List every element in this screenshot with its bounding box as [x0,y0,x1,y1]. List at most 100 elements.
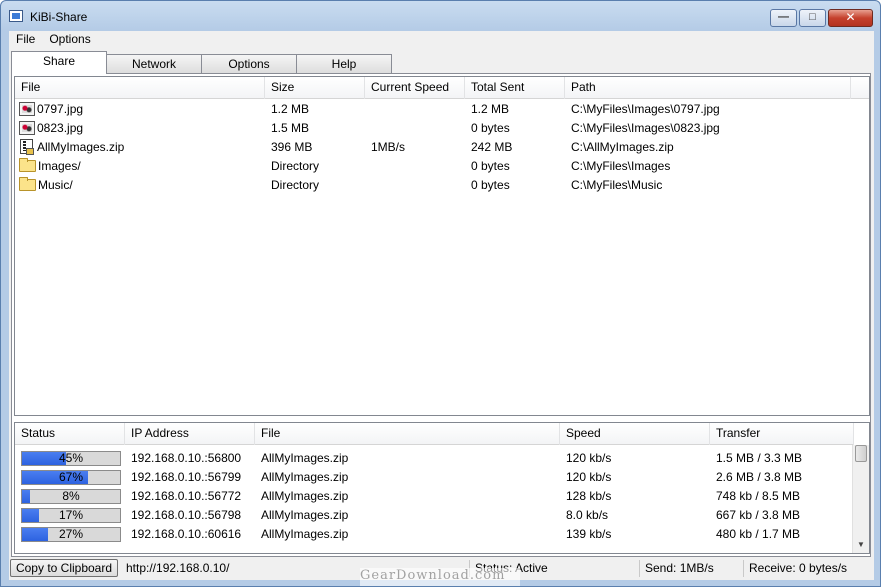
file-name: Images/ [38,159,81,173]
file-size: 396 MB [271,140,313,154]
tab-options[interactable]: Options [201,54,297,74]
file-row[interactable]: AllMyImages.zip 396 MB 1MB/s 242 MB C:\A… [15,138,851,157]
connection-file: AllMyImages.zip [261,508,349,522]
connection-speed: 128 kb/s [566,489,612,503]
tab-network[interactable]: Network [106,54,202,74]
tab-help[interactable]: Help [296,54,392,74]
progress-text: 67% [58,470,84,484]
tab-share[interactable]: Share [11,51,107,74]
connection-speed: 120 kb/s [566,470,612,484]
close-button[interactable]: ✕ [828,9,873,27]
ip-address: 192.168.0.10.:60616 [131,527,242,541]
file-total-sent: 0 bytes [471,159,510,173]
menu-file[interactable]: File [9,31,42,49]
share-tab-panel: File Size Current Speed Total Sent Path … [11,73,871,557]
file-speed [365,157,465,176]
column-header-filler [851,77,869,99]
file-speed [365,100,465,119]
file-name: Music/ [38,178,73,192]
column-header-speed[interactable]: Speed [560,423,710,445]
minimize-button[interactable]: — [770,9,797,27]
connection-speed: 8.0 kb/s [566,508,609,522]
title-bar[interactable]: KiBi-Share — □ ✕ [1,1,880,31]
connection-row[interactable]: 45% 192.168.0.10.:56800 AllMyImages.zip … [15,449,854,468]
folder-icon [19,158,36,172]
file-path: C:\AllMyImages.zip [571,140,674,154]
connection-file: AllMyImages.zip [261,489,349,503]
send-rate: Send: 1MB/s [639,560,743,577]
file-path: C:\MyFiles\Images [571,159,671,173]
ip-address: 192.168.0.10.:56800 [131,451,242,465]
column-header-file[interactable]: File [255,423,560,445]
file-speed [365,176,465,195]
connection-speed: 139 kb/s [566,527,612,541]
connections-list[interactable]: Status IP Address File Speed Transfer 45… [14,422,870,554]
progress-bar: 27% [21,527,121,542]
window-controls: — □ ✕ [770,9,873,27]
column-header-total-sent[interactable]: Total Sent [465,77,565,99]
copy-to-clipboard-button[interactable]: Copy to Clipboard [10,559,118,577]
window-title: KiBi-Share [30,10,88,24]
file-total-sent: 0 bytes [471,121,510,135]
connection-transfer: 2.6 MB / 3.8 MB [716,470,803,484]
menu-options[interactable]: Options [42,31,97,49]
app-icon [9,10,23,22]
file-name: AllMyImages.zip [37,140,125,154]
file-path: C:\MyFiles\Music [571,178,663,192]
file-row[interactable]: Music/ Directory 0 bytes C:\MyFiles\Musi… [15,176,851,195]
file-total-sent: 0 bytes [471,178,510,192]
column-header-transfer[interactable]: Transfer [710,423,854,445]
ip-address: 192.168.0.10.:56799 [131,470,242,484]
file-speed [365,119,465,138]
file-path: C:\MyFiles\Images\0797.jpg [571,102,720,116]
file-size: Directory [271,178,320,192]
scrollbar-thumb[interactable] [855,445,867,462]
menu-bar: File Options [9,31,874,49]
maximize-button[interactable]: □ [799,9,826,27]
file-total-sent: 242 MB [471,140,513,154]
ip-address: 192.168.0.10.:56772 [131,489,242,503]
progress-bar: 8% [21,489,121,504]
minimize-icon: — [778,11,789,23]
file-size: 1.5 MB [271,121,310,135]
column-header-current-speed[interactable]: Current Speed [365,77,465,99]
column-header-path[interactable]: Path [565,77,851,99]
client-area: Share Network Options Help File Size Cur… [9,49,874,580]
file-row[interactable]: 0823.jpg 1.5 MB 0 bytes C:\MyFiles\Image… [15,119,851,138]
connection-file: AllMyImages.zip [261,470,349,484]
close-icon: ✕ [845,10,856,24]
connection-file: AllMyImages.zip [261,527,349,541]
ip-address: 192.168.0.10.:56798 [131,508,242,522]
file-row[interactable]: 0797.jpg 1.2 MB 1.2 MB C:\MyFiles\Images… [15,100,851,119]
connection-speed: 120 kb/s [566,451,612,465]
connection-transfer: 480 kb / 1.7 MB [716,527,801,541]
column-header-status[interactable]: Status [15,423,125,445]
zip-file-icon [20,139,34,155]
folder-icon [19,177,36,191]
connection-transfer: 1.5 MB / 3.3 MB [716,451,803,465]
files-list-header: File Size Current Speed Total Sent Path [15,77,869,99]
receive-rate: Receive: 0 bytes/s [743,560,873,577]
column-header-file[interactable]: File [15,77,265,99]
connection-transfer: 667 kb / 3.8 MB [716,508,801,522]
tab-strip: Share Network Options Help [11,51,392,74]
column-header-size[interactable]: Size [265,77,365,99]
column-header-ip-address[interactable]: IP Address [125,423,255,445]
connections-list-header: Status IP Address File Speed Transfer [15,423,854,445]
file-name: 0823.jpg [37,121,84,135]
shared-files-list[interactable]: File Size Current Speed Total Sent Path … [14,76,870,416]
progress-text: 8% [62,489,80,503]
file-name: 0797.jpg [37,102,84,116]
scroll-down-icon[interactable]: ▼ [853,536,869,553]
connections-scrollbar[interactable]: ▼ [852,445,869,553]
progress-bar: 67% [21,470,121,485]
file-total-sent: 1.2 MB [471,102,510,116]
connection-row[interactable]: 17% 192.168.0.10.:56798 AllMyImages.zip … [15,506,854,525]
file-speed: 1MB/s [371,140,406,154]
file-size: Directory [271,159,320,173]
file-row[interactable]: Images/ Directory 0 bytes C:\MyFiles\Ima… [15,157,851,176]
connection-transfer: 748 kb / 8.5 MB [716,489,801,503]
connection-row[interactable]: 8% 192.168.0.10.:56772 AllMyImages.zip 1… [15,487,854,506]
connection-row[interactable]: 67% 192.168.0.10.:56799 AllMyImages.zip … [15,468,854,487]
connection-row[interactable]: 27% 192.168.0.10.:60616 AllMyImages.zip … [15,525,854,544]
